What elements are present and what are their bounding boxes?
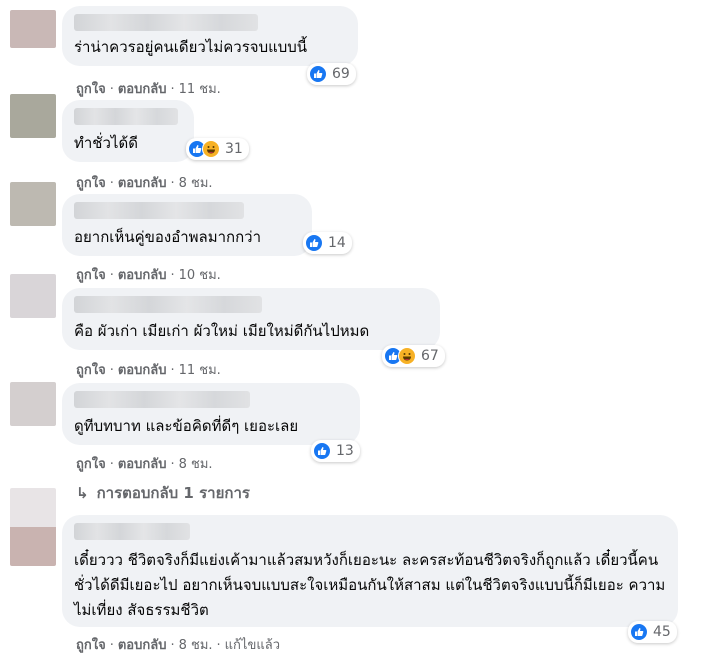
comment-actions: ถูกใจ · ตอบกลับ · 10 ชม. [76, 268, 221, 283]
like-button[interactable]: ถูกใจ [76, 363, 106, 378]
like-button[interactable]: ถูกใจ [76, 457, 106, 472]
author-name-blurred[interactable] [74, 14, 258, 31]
like-icon [313, 442, 331, 460]
like-icon [309, 65, 327, 83]
reaction-count: 45 [653, 624, 671, 640]
reaction-count: 31 [225, 141, 243, 157]
reply-button[interactable]: ตอบกลับ [118, 638, 167, 653]
comment-bubble: ร่าน่าควรอยู่คนเดียวไม่ควรจบแบบนี้ [62, 6, 358, 66]
reaction-summary[interactable]: 31 [186, 138, 249, 160]
reply-button[interactable]: ตอบกลับ [118, 268, 167, 283]
reply-button[interactable]: ตอบกลับ [118, 457, 167, 472]
comment-bubble: เดี๋ยววว ชีวิตจริงก็มีแย่งเค้ามาแล้วสมหว… [62, 515, 678, 627]
comment-time[interactable]: 11 ชม. [179, 363, 221, 378]
comment-text: ดูทีบทบาท และข้อคิดที่ดีๆ เยอะเลย [74, 417, 299, 435]
comment-time[interactable]: 10 ชม. [179, 268, 221, 283]
avatar[interactable] [10, 10, 56, 48]
avatar[interactable] [10, 382, 56, 426]
comment-bubble: คือ ผัวเก่า เมียเก่า ผัวใหม่ เมียใหม่ดีก… [62, 288, 440, 350]
edited-label[interactable]: แก้ไขแล้ว [225, 638, 280, 653]
comment-text: ร่าน่าควรอยู่คนเดียวไม่ควรจบแบบนี้ [74, 38, 308, 56]
avatar[interactable] [10, 182, 56, 226]
comment-time[interactable]: 11 ชม. [179, 82, 221, 97]
author-name-blurred[interactable] [74, 523, 190, 540]
comment-time[interactable]: 8 ชม. [179, 457, 213, 472]
comment-item: ดูทีบทบาท และข้อคิดที่ดีๆ เยอะเลย [62, 383, 360, 445]
author-name-blurred[interactable] [74, 202, 244, 219]
view-replies-link[interactable]: ↳ การตอบกลับ 1 รายการ [76, 481, 250, 505]
reaction-count: 13 [336, 443, 354, 459]
like-icon [305, 234, 323, 252]
avatar[interactable] [10, 488, 56, 566]
reply-arrow-icon: ↳ [76, 484, 89, 502]
reply-button[interactable]: ตอบกลับ [118, 363, 167, 378]
reaction-summary[interactable]: 69 [307, 63, 356, 85]
comment-item: อยากเห็นคู่ของอำพลมากกว่า [62, 194, 312, 256]
comment-text: ทำชั่วได้ดี [74, 134, 138, 152]
comment-bubble: ทำชั่วได้ดี [62, 100, 194, 162]
reaction-count: 69 [332, 66, 350, 82]
comment-item: ทำชั่วได้ดี [62, 100, 194, 162]
reaction-count: 67 [421, 348, 439, 364]
comment-item: เดี๋ยววว ชีวิตจริงก็มีแย่งเค้ามาแล้วสมหว… [62, 515, 678, 627]
comment-actions: ถูกใจ · ตอบกลับ · 8 ชม. · แก้ไขแล้ว [76, 638, 280, 653]
reaction-summary[interactable]: 14 [303, 232, 352, 254]
comment-item: คือ ผัวเก่า เมียเก่า ผัวใหม่ เมียใหม่ดีก… [62, 288, 440, 350]
author-name-blurred[interactable] [74, 108, 178, 125]
comment-actions: ถูกใจ · ตอบกลับ · 8 ชม. [76, 176, 213, 191]
like-button[interactable]: ถูกใจ [76, 638, 106, 653]
comment-time[interactable]: 8 ชม. [179, 176, 213, 191]
like-button[interactable]: ถูกใจ [76, 268, 106, 283]
haha-icon [398, 347, 416, 365]
view-replies-label: การตอบกลับ 1 รายการ [96, 484, 250, 502]
avatar[interactable] [10, 274, 56, 318]
like-button[interactable]: ถูกใจ [76, 176, 106, 191]
comment-actions: ถูกใจ · ตอบกลับ · 11 ชม. [76, 363, 221, 378]
reaction-summary[interactable]: 13 [311, 440, 360, 462]
comment-text: คือ ผัวเก่า เมียเก่า ผัวใหม่ เมียใหม่ดีก… [74, 322, 370, 340]
author-name-blurred[interactable] [74, 296, 262, 313]
reply-button[interactable]: ตอบกลับ [118, 82, 167, 97]
comment-thread: ร่าน่าควรอยู่คนเดียวไม่ควรจบแบบนี้ 69 ถู… [0, 0, 706, 659]
author-name-blurred[interactable] [74, 391, 250, 408]
reaction-summary[interactable]: 67 [382, 345, 445, 367]
comment-item: ร่าน่าควรอยู่คนเดียวไม่ควรจบแบบนี้ [62, 6, 358, 66]
avatar[interactable] [10, 94, 56, 138]
reaction-count: 14 [328, 235, 346, 251]
like-button[interactable]: ถูกใจ [76, 82, 106, 97]
reply-button[interactable]: ตอบกลับ [118, 176, 167, 191]
reaction-summary[interactable]: 45 [628, 621, 677, 643]
comment-bubble: อยากเห็นคู่ของอำพลมากกว่า [62, 194, 312, 256]
comment-actions: ถูกใจ · ตอบกลับ · 11 ชม. [76, 82, 221, 97]
comment-actions: ถูกใจ · ตอบกลับ · 8 ชม. [76, 457, 213, 472]
comment-time[interactable]: 8 ชม. [179, 638, 213, 653]
comment-text: อยากเห็นคู่ของอำพลมากกว่า [74, 228, 262, 246]
haha-icon [202, 140, 220, 158]
comment-text: เดี๋ยววว ชีวิตจริงก็มีแย่งเค้ามาแล้วสมหว… [74, 551, 666, 619]
comment-bubble: ดูทีบทบาท และข้อคิดที่ดีๆ เยอะเลย [62, 383, 360, 445]
like-icon [630, 623, 648, 641]
